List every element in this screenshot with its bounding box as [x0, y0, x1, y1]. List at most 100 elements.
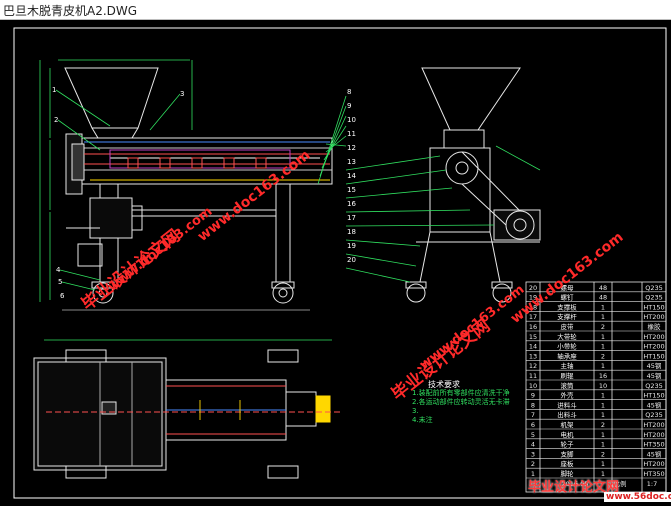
front-hopper	[64, 67, 159, 129]
bom-cell: 1	[601, 441, 605, 449]
bom-cell: Q235	[645, 411, 663, 419]
tech-requirement-line: 3.	[412, 407, 419, 415]
cad-drawing: 20 螺母 48 Q23519 螺钉 48 Q23518 支撑板 1 HT15017 支撑杆 1 HT2…	[13, 27, 667, 499]
bom-cell: 2	[601, 421, 605, 429]
bom-cell: 15	[529, 333, 537, 341]
bom-cell: 45钢	[647, 372, 662, 380]
bom-cell: 48	[599, 284, 607, 292]
part-number-label: 3	[180, 90, 185, 98]
tech-requirements: 技术要求 1.装配前所有零部件应清洗干净 2.各运动部件应转动灵活无卡滞 3. …	[412, 380, 522, 425]
part-number-label: 20	[347, 256, 356, 264]
part-number-label: 17	[347, 214, 356, 222]
bom-cell: 皮带	[561, 322, 575, 331]
bom-cell: 滚筒	[561, 381, 575, 390]
part-number-label: 5	[58, 278, 63, 286]
bom-cell: 座板	[561, 459, 575, 468]
bom-cell: 1	[601, 431, 605, 439]
part-number-label: 14	[347, 172, 356, 180]
bom-cell: HT150	[643, 303, 664, 311]
tech-requirement-line: 2.各运动部件应转动灵活无卡滞	[412, 398, 510, 406]
bom-cell: 刷辊	[561, 371, 575, 380]
bom-cell: 2	[601, 352, 605, 360]
bom-cell: Q235	[645, 294, 663, 302]
bom-cell: 7	[531, 411, 535, 419]
bom-cell: 机架	[561, 420, 575, 429]
bom-cell: Q235	[645, 382, 663, 390]
bom-cell: 11	[529, 372, 537, 380]
bom-cell: 6	[531, 421, 535, 429]
window-title: 巴旦木脱青皮机A2.DWG	[3, 4, 138, 18]
bom-cell: 2	[531, 460, 535, 468]
bom-cell: 45钢	[647, 450, 662, 458]
bom-cell: 1	[601, 460, 605, 468]
bom-cell: 电机	[561, 430, 575, 439]
bom-cell: 螺钉	[561, 293, 575, 302]
bom-cell: HT150	[643, 392, 664, 400]
bom-cell: 1	[601, 303, 605, 311]
part-number-label: 6	[60, 292, 65, 300]
part-number-label: 10	[347, 116, 356, 124]
bom-cell: 1	[601, 392, 605, 400]
bom-cell: 轮子	[561, 440, 575, 449]
bom-cell: 3	[531, 450, 535, 458]
bom-cell: HT200	[643, 333, 664, 341]
side-hopper	[421, 67, 521, 131]
bom-cell: 14	[529, 343, 537, 351]
part-number-label: 19	[347, 242, 356, 250]
bom-cell: 10	[529, 382, 537, 390]
bom-cell: 45钢	[647, 362, 662, 370]
bom-cell: 16	[599, 372, 607, 380]
part-number-label: 16	[347, 200, 356, 208]
bom-cell: 轴承座	[557, 351, 577, 360]
bom-cell: 大带轮	[557, 332, 577, 341]
top-view	[33, 349, 331, 479]
bom-cell: HT200	[643, 421, 664, 429]
bom-cell: 出料斗	[557, 410, 577, 419]
bom-cell: 1	[601, 362, 605, 370]
part-number-label: 1	[52, 86, 57, 94]
bom-cell: 支撑板	[557, 302, 577, 311]
bom-cell: 48	[599, 294, 607, 302]
bom-cell: HT150	[643, 352, 664, 360]
part-number-label: 11	[347, 130, 356, 138]
bom-cell: 主轴	[561, 361, 575, 370]
part-number-label: 13	[347, 158, 356, 166]
bom-cell: 支脚	[561, 449, 575, 458]
part-number-label: 9	[347, 102, 352, 110]
bom-cell: 5	[531, 431, 535, 439]
part-number-label: 4	[56, 266, 61, 274]
bom-cell: 外壳	[561, 391, 575, 400]
bom-cell: 16	[529, 323, 537, 331]
bom-cell: 小带轮	[557, 342, 577, 351]
part-number-label: 15	[347, 186, 356, 194]
bom-cell: Q235	[645, 284, 663, 292]
watermark-url: www.56doc.com	[604, 492, 671, 502]
bom-cell: 1	[601, 343, 605, 351]
bom-cell: 45钢	[647, 401, 662, 409]
bom-cell: 1	[601, 333, 605, 341]
bom-cell: HT200	[643, 431, 664, 439]
bom-cell: HT200	[643, 460, 664, 468]
bom-cell: 10	[599, 382, 607, 390]
tech-requirement-line: 1.装配前所有零部件应清洗干净	[412, 389, 510, 397]
part-number-label: 12	[347, 144, 356, 152]
bom-footer-cell: 1:7	[647, 480, 657, 488]
drawing-canvas[interactable]: 20 螺母 48 Q235 19 螺钉 48 Q235 18 支撑板 1 HT150 17 支撑杆 1 HT2…	[0, 20, 671, 502]
bom-cell: HT200	[643, 343, 664, 351]
bom-cell: 12	[529, 362, 537, 370]
part-number-label: 18	[347, 228, 356, 236]
bom-cell: HT200	[643, 313, 664, 321]
bom-cell: 9	[531, 392, 535, 400]
bom-cell: 13	[529, 352, 537, 360]
side-view	[405, 67, 541, 303]
part-number-label: 2	[54, 116, 59, 124]
part-number-label: 8	[347, 88, 352, 96]
bom-rows: 20 螺母 48 Q23519 螺钉 48 Q23518 支撑板 1 HT15017 支撑杆 1 HT2…	[526, 283, 666, 488]
bom-cell: 2	[601, 450, 605, 458]
tech-requirement-line: 4.未注	[412, 416, 433, 424]
bom-cell: 8	[531, 401, 535, 409]
window-titlebar: 巴旦木脱青皮机A2.DWG	[0, 0, 671, 20]
bom-cell: 2	[601, 323, 605, 331]
bom-cell: 1	[601, 411, 605, 419]
bom-cell: 1	[601, 313, 605, 321]
